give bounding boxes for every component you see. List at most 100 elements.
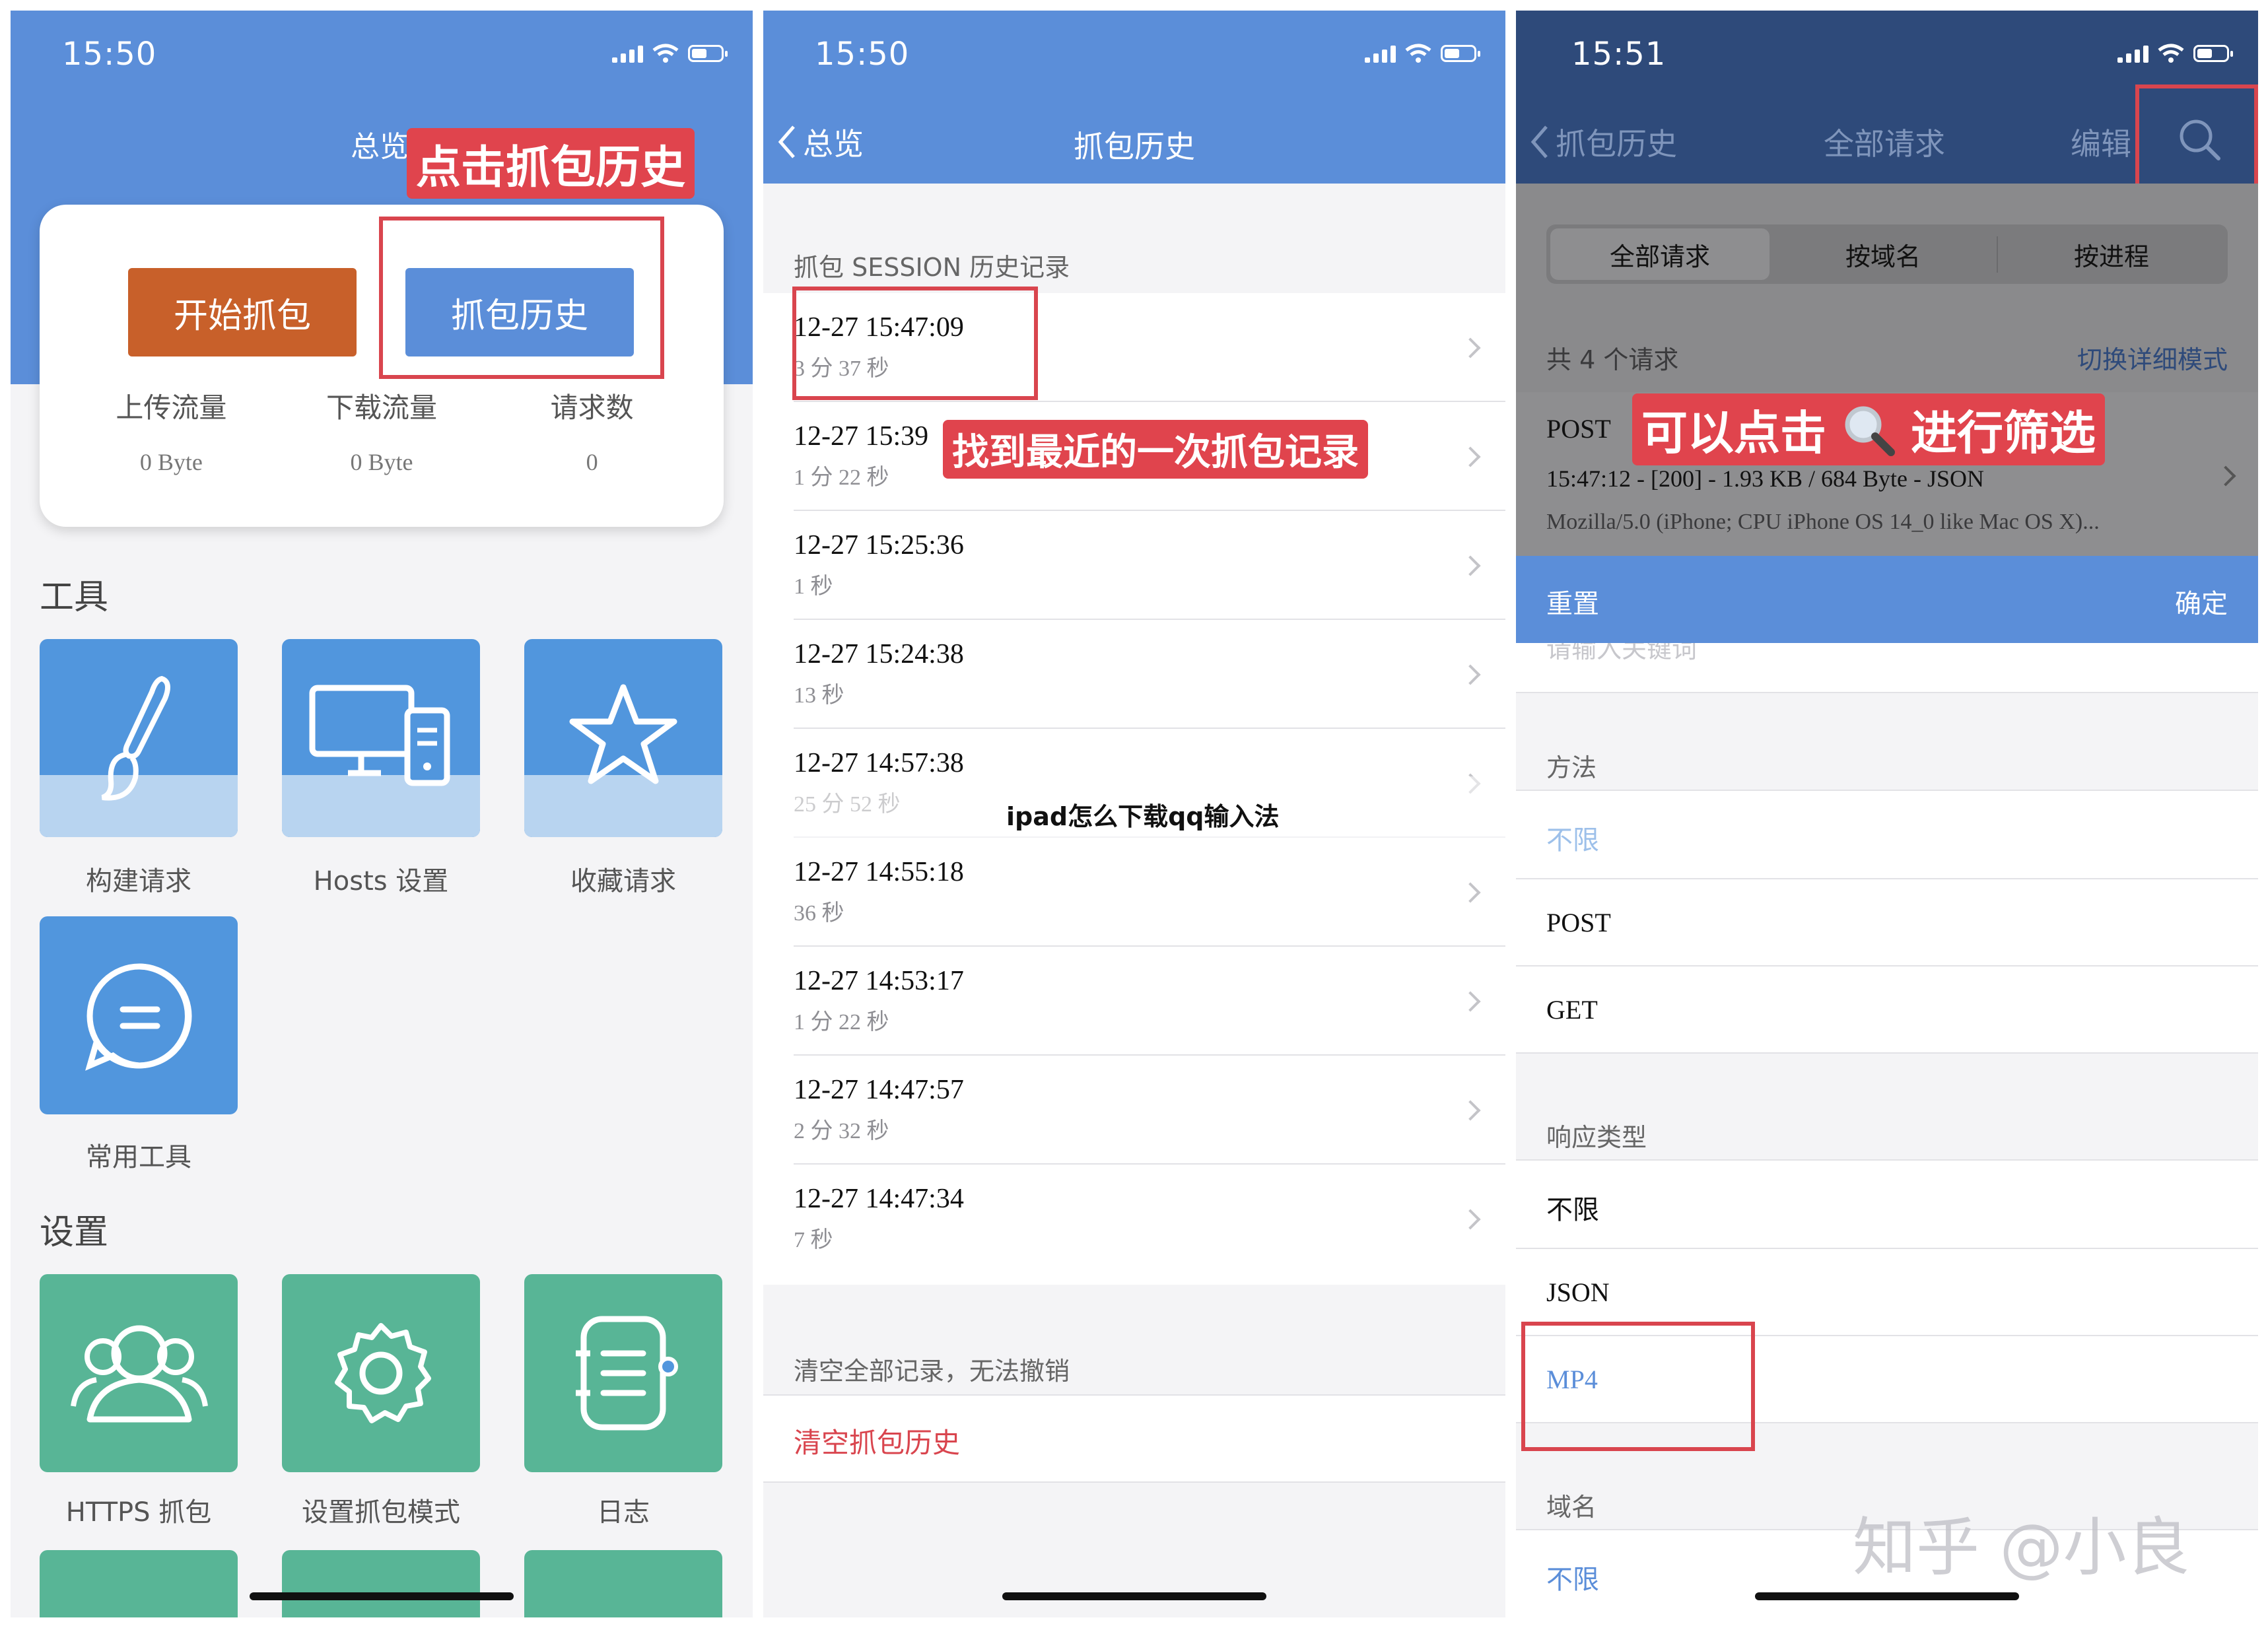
magnifier-icon <box>1845 406 1895 456</box>
confirm-button[interactable]: 确定 <box>2175 582 2228 621</box>
clear-history-button[interactable]: 清空抓包历史 <box>794 1421 960 1461</box>
brush-icon <box>101 675 170 801</box>
tool-label: Hosts 设置 <box>313 866 449 897</box>
dim-overlay: 全部请求 按域名 按进程 共 4 个请求 切换详细模式 POST 15:47:1… <box>1516 184 2258 556</box>
session-duration: 1 分 22 秒 <box>794 465 889 490</box>
tool-label: 常用工具 <box>86 1142 191 1172</box>
tool-hosts-settings[interactable] <box>282 639 480 837</box>
response-type-header: 响应类型 <box>1546 1123 1647 1152</box>
users-icon <box>71 1325 208 1423</box>
keyword-field[interactable]: 请输入关键词 <box>1516 643 2258 692</box>
method-option-any[interactable]: 不限 <box>1516 790 2258 878</box>
method-option-get[interactable]: GET <box>1516 965 2258 1054</box>
setting-more-2[interactable] <box>282 1550 480 1617</box>
computer-icon <box>309 685 450 786</box>
setting-capture-mode[interactable] <box>282 1274 480 1472</box>
chevron-right-icon <box>1460 664 1481 685</box>
response-option-any[interactable]: 不限 <box>1516 1159 2258 1248</box>
edit-button[interactable]: 编辑 <box>2071 120 2131 164</box>
session-row[interactable]: 12-27 14:53:17 1 分 22 秒 <box>763 947 1505 1056</box>
status-icons <box>612 44 728 63</box>
tool-label: 收藏请求 <box>570 866 676 897</box>
setting-more-3[interactable] <box>524 1550 722 1617</box>
domain-header: 域名 <box>1546 1493 1597 1522</box>
stats-row: 上传流量 0 Byte 下载流量 0 Byte 请求数 0 <box>40 386 724 476</box>
session-time: 12-27 14:53:17 <box>794 966 964 996</box>
status-time: 15:51 <box>1571 36 1667 73</box>
chevron-right-icon <box>1460 337 1481 358</box>
chevron-right-icon <box>1460 1100 1481 1121</box>
reset-button[interactable]: 重置 <box>1546 582 1599 621</box>
chat-tools-icon <box>85 963 192 1071</box>
chevron-right-icon <box>1460 882 1481 903</box>
annotation-tap-history: 点击抓包历史 <box>407 128 695 199</box>
stat-requests: 请求数 0 <box>493 386 691 476</box>
page-title: 抓包历史 <box>1074 129 1195 164</box>
stat-value: 0 Byte <box>139 449 203 475</box>
chevron-right-icon <box>2215 465 2236 487</box>
tool-build-request[interactable] <box>40 639 238 837</box>
request-method: POST <box>1546 414 1611 444</box>
session-time: 12-27 15:25:36 <box>794 530 964 560</box>
chevron-right-icon <box>1460 991 1481 1012</box>
session-duration: 36 秒 <box>794 901 844 926</box>
back-label: 抓包历史 <box>1556 126 1677 162</box>
status-icons <box>1365 44 1480 63</box>
detail-mode-toggle[interactable]: 切换详细模式 <box>2077 339 2228 376</box>
wifi-icon <box>652 44 679 63</box>
setting-log[interactable] <box>524 1274 722 1472</box>
method-option-post[interactable]: POST <box>1516 878 2258 965</box>
annotation-tap-to-filter: 可以点击 进行筛选 <box>1632 393 2105 465</box>
option-label: JSON <box>1546 1277 1610 1307</box>
status-time: 15:50 <box>62 36 157 73</box>
stat-value: 0 Byte <box>350 449 413 475</box>
status-time: 15:50 <box>815 36 910 73</box>
chevron-right-icon <box>1460 555 1481 576</box>
status-icons <box>2117 44 2233 63</box>
signal-icon <box>612 44 643 63</box>
chevron-right-icon <box>1460 446 1481 467</box>
setting-https-capture[interactable] <box>40 1274 238 1472</box>
session-duration: 7 秒 <box>794 1228 833 1252</box>
settings-header: 设置 <box>40 1213 109 1252</box>
request-meta: 15:47:12 - [200] - 1.93 KB / 684 Byte - … <box>1546 465 1984 492</box>
wifi-icon <box>1405 44 1431 63</box>
session-time: 12-27 14:47:34 <box>794 1184 964 1214</box>
gear-icon <box>335 1323 431 1423</box>
stat-label: 上传流量 <box>116 391 227 424</box>
option-label: 不限 <box>1546 825 1599 856</box>
clear-history-row[interactable]: 清空抓包历史 <box>763 1394 1505 1483</box>
request-user-agent: Mozilla/5.0 (iPhone; CPU iPhone OS 14_0 … <box>1546 510 2100 534</box>
signal-icon <box>2117 44 2148 63</box>
wifi-icon <box>2158 44 2184 63</box>
annotation-text-left: 可以点击 <box>1641 406 1826 460</box>
segmented-control: 全部请求 按域名 按进程 <box>1546 224 2228 284</box>
signal-icon <box>1365 44 1396 63</box>
tool-common-tools[interactable] <box>40 916 238 1114</box>
session-time: 12-27 14:47:57 <box>794 1075 964 1105</box>
back-button[interactable]: 抓包历史 <box>1529 120 1677 164</box>
home-indicator <box>250 1592 514 1600</box>
option-label: 不限 <box>1546 1195 1599 1225</box>
session-row[interactable]: 12-27 15:25:36 1 秒 <box>763 511 1505 620</box>
setting-label: 设置抓包模式 <box>302 1497 460 1528</box>
chevron-left-icon <box>1530 125 1548 158</box>
setting-label: 日志 <box>597 1497 650 1528</box>
session-row[interactable]: 12-27 14:47:34 7 秒 <box>763 1165 1505 1273</box>
setting-more-1[interactable] <box>40 1550 238 1617</box>
tool-favorite-requests[interactable] <box>524 639 722 837</box>
divider <box>1516 692 2258 693</box>
battery-icon <box>688 45 728 62</box>
requests-screen: 15:51 抓包历史 全部请求 编辑 全部请求 按域名 按进程 共 4 个请求 … <box>1516 11 2258 1617</box>
annotation-find-latest: 找到最近的一次抓包记录 <box>943 420 1368 479</box>
stat-upload: 上传流量 0 Byte <box>72 386 270 476</box>
segment-process[interactable]: 按进程 <box>1998 236 2225 273</box>
segment-domain[interactable]: 按域名 <box>1770 236 1998 273</box>
session-row[interactable]: 12-27 15:24:38 13 秒 <box>763 620 1505 729</box>
nav-title: 总览 <box>351 130 409 164</box>
session-duration: 1 分 22 秒 <box>794 1010 889 1034</box>
segment-all[interactable]: 全部请求 <box>1550 228 1770 280</box>
notebook-icon <box>576 1316 678 1431</box>
start-capture-button[interactable]: 开始抓包 <box>128 268 357 356</box>
session-row[interactable]: 12-27 14:47:57 2 分 32 秒 <box>763 1056 1505 1165</box>
